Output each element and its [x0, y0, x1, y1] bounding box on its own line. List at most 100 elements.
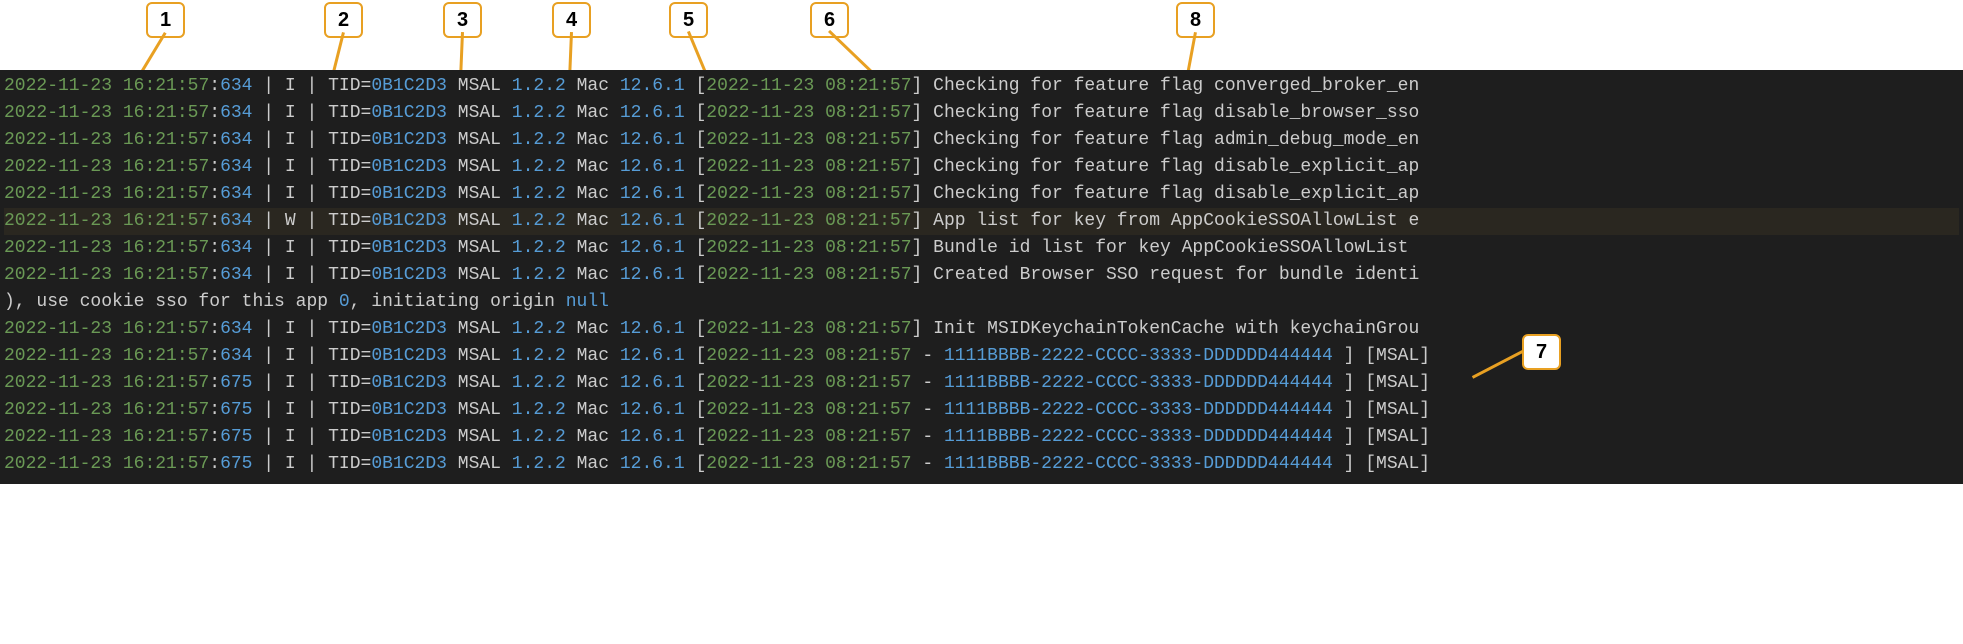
- sep: |: [252, 211, 284, 231]
- lib-ver: 1.2.2: [512, 184, 566, 204]
- tid-label: TID=: [328, 373, 371, 393]
- os-ver: 12.6.1: [620, 373, 685, 393]
- os-ver: 12.6.1: [620, 454, 685, 474]
- sp: [112, 103, 123, 123]
- log-level: W: [285, 211, 296, 231]
- log-line: 2022-11-23 16:21:57:634 | I | TID=0B1C2D…: [4, 154, 1959, 181]
- tid-label: TID=: [328, 103, 371, 123]
- brkt: ]: [912, 103, 923, 123]
- log-level: I: [285, 184, 296, 204]
- sp: [501, 211, 512, 231]
- inner-date: 2022-11-23: [706, 346, 814, 366]
- inner-date: 2022-11-23: [706, 238, 814, 258]
- sp: [814, 238, 825, 258]
- sp: [1354, 454, 1365, 474]
- sp: [922, 238, 933, 258]
- os-ver: 12.6.1: [620, 346, 685, 366]
- inner-date: 2022-11-23: [706, 265, 814, 285]
- log-line: 2022-11-23 16:21:57:675 | I | TID=0B1C2D…: [4, 397, 1959, 424]
- log-msg: ), use cookie sso for this app: [4, 292, 339, 312]
- sep: |: [296, 211, 328, 231]
- sp: [814, 373, 825, 393]
- sep: |: [252, 130, 284, 150]
- brkt: ]: [912, 265, 923, 285]
- sp: [112, 346, 123, 366]
- sp: [566, 238, 577, 258]
- brkt: [: [695, 373, 706, 393]
- os-ver: 12.6.1: [620, 400, 685, 420]
- tid-value: 0B1C2D3: [371, 454, 447, 474]
- sp: [922, 157, 933, 177]
- sp: [501, 400, 512, 420]
- lib-name: MSAL: [458, 346, 501, 366]
- inner-date: 2022-11-23: [706, 130, 814, 150]
- tid-value: 0B1C2D3: [371, 400, 447, 420]
- lib-name: MSAL: [458, 265, 501, 285]
- inner-time: 08:21:57: [825, 157, 911, 177]
- sp: [447, 211, 458, 231]
- brkt: ]: [912, 238, 923, 258]
- log-msg: App list for key from AppCookieSSOAllowL…: [933, 211, 1419, 231]
- annotation-bar: 1234568: [0, 0, 1963, 70]
- lib-name: MSAL: [458, 130, 501, 150]
- inner-date: 2022-11-23: [706, 319, 814, 339]
- sp: [685, 76, 696, 96]
- log-ms: 634: [220, 211, 252, 231]
- sp: [447, 265, 458, 285]
- inner-time: 08:21:57: [825, 184, 911, 204]
- brkt: ]: [912, 184, 923, 204]
- tid-label: TID=: [328, 130, 371, 150]
- os-ver: 12.6.1: [620, 76, 685, 96]
- log-date: 2022-11-23: [4, 130, 112, 150]
- sp: [609, 76, 620, 96]
- sp: [112, 76, 123, 96]
- sp: [609, 373, 620, 393]
- log-time: 16:21:57: [123, 103, 209, 123]
- log-line: 2022-11-23 16:21:57:634 | I | TID=0B1C2D…: [4, 127, 1959, 154]
- inner-date: 2022-11-23: [706, 184, 814, 204]
- sp: [447, 76, 458, 96]
- sp: [447, 373, 458, 393]
- brkt: [: [695, 319, 706, 339]
- log-ms: 634: [220, 184, 252, 204]
- log-level: I: [285, 76, 296, 96]
- log-num: 0: [339, 292, 350, 312]
- dash: -: [912, 427, 944, 447]
- log-line: 2022-11-23 16:21:57:634 | I | TID=0B1C2D…: [4, 235, 1959, 262]
- tid-value: 0B1C2D3: [371, 319, 447, 339]
- sp: [685, 130, 696, 150]
- log-time: 16:21:57: [123, 265, 209, 285]
- log-date: 2022-11-23: [4, 427, 112, 447]
- brkt: ]: [1344, 373, 1355, 393]
- msal-tag: [MSAL]: [1365, 427, 1430, 447]
- sep: |: [296, 427, 328, 447]
- os-name: Mac: [577, 265, 609, 285]
- log-time: 16:21:57: [123, 157, 209, 177]
- inner-time: 08:21:57: [825, 454, 911, 474]
- tid-label: TID=: [328, 454, 371, 474]
- tid-value: 0B1C2D3: [371, 427, 447, 447]
- sp: [112, 400, 123, 420]
- sp: [814, 346, 825, 366]
- sp: [501, 103, 512, 123]
- log-msg: Checking for feature flag disable_explic…: [933, 184, 1419, 204]
- lib-name: MSAL: [458, 76, 501, 96]
- os-name: Mac: [577, 103, 609, 123]
- log-level: I: [285, 130, 296, 150]
- sp: [814, 157, 825, 177]
- tid-label: TID=: [328, 346, 371, 366]
- inner-time: 08:21:57: [825, 346, 911, 366]
- lib-ver: 1.2.2: [512, 454, 566, 474]
- brkt: [: [695, 103, 706, 123]
- lib-name: MSAL: [458, 373, 501, 393]
- brkt: [: [695, 427, 706, 447]
- lib-name: MSAL: [458, 157, 501, 177]
- lib-name: MSAL: [458, 400, 501, 420]
- log-msg: , initiating origin: [350, 292, 566, 312]
- sp: [501, 346, 512, 366]
- sp: [685, 400, 696, 420]
- sp: [566, 427, 577, 447]
- log-msg: Checking for feature flag admin_debug_mo…: [933, 130, 1419, 150]
- log-ms: 634: [220, 130, 252, 150]
- os-name: Mac: [577, 454, 609, 474]
